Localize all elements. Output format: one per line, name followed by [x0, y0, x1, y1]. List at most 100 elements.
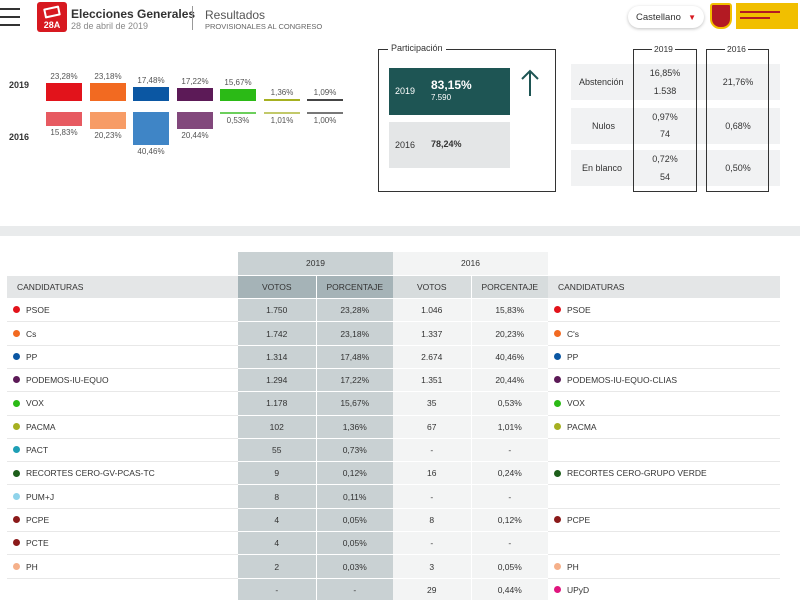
bar-2019[interactable] [177, 87, 213, 101]
porcentaje-2019: 0,03% [315, 554, 393, 579]
candidatura-2019: PCPE [7, 508, 238, 533]
votos-2019: 1.294 [238, 368, 316, 393]
porcentaje-2019: 23,18% [315, 321, 393, 346]
votos-2019: 4 [238, 531, 316, 556]
candidatura-2019: PUM+J [7, 484, 238, 509]
bar-2016[interactable] [177, 112, 213, 129]
col-votos-2019[interactable]: VOTOS [238, 275, 316, 300]
table-row[interactable]: PCPE 4 0,05% 8 0,12% PCPE [7, 508, 780, 533]
bar-2016[interactable] [264, 112, 300, 114]
stat-blanco-2016-pct: 0,50% [725, 163, 751, 173]
bar-2016[interactable] [307, 112, 343, 114]
porcentaje-2019: 15,67% [315, 391, 393, 416]
bar-2016-label: 40,46% [137, 147, 165, 157]
col-candidaturas-2019[interactable]: CANDIDATURAS [7, 275, 238, 300]
votos-2016: - [393, 438, 471, 463]
stat-label-abstencion: Abstención [579, 77, 624, 87]
party-dot-icon [554, 376, 561, 384]
votos-2019: 55 [238, 438, 316, 463]
participation-2019[interactable]: 2019 83,15% 7.590 [389, 68, 510, 115]
party-dot-icon [13, 446, 20, 454]
bar-2016[interactable] [46, 112, 82, 126]
party-dot-icon [13, 469, 20, 477]
app-title: Elecciones Generales [71, 7, 196, 21]
menu-icon[interactable] [0, 8, 22, 30]
porcentaje-2019: 0,12% [315, 461, 393, 486]
candidatura-2016: PP [548, 345, 780, 369]
candidatura-2016 [548, 484, 780, 509]
results-panel: 2019 2016 CANDIDATURAS VOTOS PORCENTAJE … [0, 236, 800, 600]
stat-blanco-2019-pct: 0,72% [652, 154, 678, 164]
table-row[interactable]: RECORTES CERO-GV-PCAS-TC 9 0,12% 16 0,24… [7, 461, 780, 486]
bar-2019[interactable] [133, 87, 169, 101]
votos-2019: 1.178 [238, 391, 316, 416]
votos-2016: 3 [393, 554, 471, 579]
results-table: 2019 2016 CANDIDATURAS VOTOS PORCENTAJE … [7, 252, 780, 600]
porcentaje-2016: 0,05% [470, 554, 548, 579]
porcentaje-2019: 17,22% [315, 368, 393, 393]
language-select[interactable]: Castellano ▼ [628, 6, 704, 28]
party-dot-icon [13, 422, 20, 430]
bar-2016[interactable] [220, 112, 256, 114]
top-header: 28A Elecciones Generales 28 de abril de … [0, 0, 800, 36]
table-row[interactable]: PP 1.314 17,48% 2.674 40,46% PP [7, 345, 780, 369]
bar-2016-label: 1,01% [270, 116, 294, 125]
party-dot-icon [13, 376, 20, 384]
bar-2019-label: 17,22% [181, 76, 209, 86]
votos-2019: 4 [238, 508, 316, 533]
bar-2019[interactable] [220, 88, 256, 101]
votos-2016: 67 [393, 415, 471, 439]
candidatura-2016: UPyD [548, 578, 780, 600]
candidatura-2016: PODEMOS-IU-EQUO-CLIAS [548, 368, 780, 393]
table-row[interactable]: Cs 1.742 23,18% 1.337 20,23% C's [7, 321, 780, 346]
votos-2019: 1.314 [238, 345, 316, 369]
bar-2016-label: 20,44% [181, 130, 209, 140]
votos-2016: - [393, 484, 471, 509]
bar-2016[interactable] [90, 112, 126, 129]
bar-2019[interactable] [90, 83, 126, 101]
candidatura-2016 [548, 438, 780, 463]
participation-2016[interactable]: 2016 78,24% [389, 122, 510, 168]
participation-2019-value: 83,15% [431, 78, 472, 92]
bar-2019[interactable] [307, 99, 343, 101]
party-dot-icon [554, 516, 561, 524]
col-porcentaje-2019[interactable]: PORCENTAJE [315, 275, 393, 300]
candidatura-2016: RECORTES CERO-GRUPO VERDE [548, 461, 780, 486]
table-row[interactable]: PSOE 1.750 23,28% 1.046 15,83% PSOE [7, 298, 780, 323]
table-row[interactable]: PACT 55 0,73% - - [7, 438, 780, 463]
table-row[interactable]: PH 2 0,03% 3 0,05% PH [7, 554, 780, 579]
results-subtitle: PROVISIONALES AL CONGRESO [205, 22, 323, 31]
candidatura-2016: PACMA [548, 415, 780, 439]
table-row[interactable]: PACMA 102 1,36% 67 1,01% PACMA [7, 415, 780, 439]
table-row[interactable]: - - 29 0,44% UPyD [7, 578, 780, 600]
col-porcentaje-2016[interactable]: PORCENTAJE [470, 275, 548, 300]
porcentaje-2016: 15,83% [470, 298, 548, 323]
candidatura-2016: C's [548, 321, 780, 346]
bar-2016[interactable] [133, 112, 169, 146]
bar-2019[interactable] [264, 99, 300, 101]
porcentaje-2016: 1,01% [470, 415, 548, 439]
bar-2019-label: 17,48% [137, 76, 165, 86]
bar-2016-label: 0,53% [226, 116, 250, 125]
table-row[interactable]: PUM+J 8 0,11% - - [7, 484, 780, 509]
election-logo[interactable]: 28A [37, 2, 67, 32]
candidatura-2019: PACT [7, 438, 238, 463]
bar-2019[interactable] [46, 83, 82, 101]
candidatura-2019: PCTE [7, 531, 238, 556]
col-votos-2016[interactable]: VOTOS [393, 275, 471, 300]
candidatura-2019 [7, 578, 238, 600]
stat-abstencion-2019-pct: 16,85% [649, 68, 681, 78]
stat-label-blanco: En blanco [582, 163, 623, 173]
table-row[interactable]: PCTE 4 0,05% - - [7, 531, 780, 556]
votos-2016: 1.046 [393, 298, 471, 323]
candidatura-2019: Cs [7, 321, 238, 346]
porcentaje-2019: 0,05% [315, 531, 393, 556]
table-row[interactable]: VOX 1.178 15,67% 35 0,53% VOX [7, 391, 780, 416]
table-row[interactable]: PODEMOS-IU-EQUO 1.294 17,22% 1.351 20,44… [7, 368, 780, 393]
party-dot-icon [554, 422, 561, 430]
candidatura-2019: RECORTES CERO-GV-PCAS-TC [7, 461, 238, 486]
envelope-icon [43, 5, 61, 19]
col-candidaturas-2016[interactable]: CANDIDATURAS [548, 275, 780, 300]
party-dot-icon [554, 469, 561, 477]
candidatura-2016: VOX [548, 391, 780, 416]
